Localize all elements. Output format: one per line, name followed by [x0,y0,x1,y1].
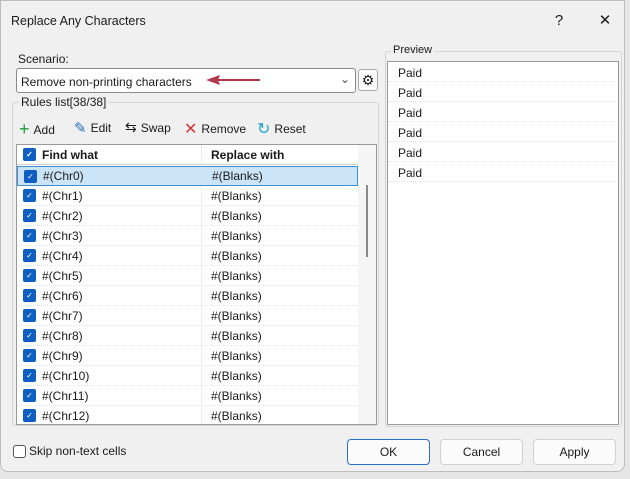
column-find-what[interactable]: Find what [42,148,98,162]
find-cell: #(Chr8) [42,328,83,343]
replace-cell: #(Blanks) [211,408,262,423]
replace-cell: #(Blanks) [211,208,262,223]
table-row[interactable]: ✓ #(Chr5) #(Blanks) [17,266,358,286]
select-all-checkbox[interactable]: ✓ [23,148,36,161]
preview-item: Paid [388,122,618,142]
row-checkbox[interactable]: ✓ [23,389,36,402]
table-row[interactable]: ✓ #(Chr9) #(Blanks) [17,346,358,366]
plus-icon: + [19,119,30,139]
apply-button[interactable]: Apply [533,439,616,465]
row-checkbox[interactable]: ✓ [23,369,36,382]
swap-button[interactable]: ⇆ Swap [125,119,171,136]
scenario-value: Remove non-printing characters [21,75,192,89]
row-checkbox[interactable]: ✓ [23,269,36,282]
close-button[interactable]: ✕ [590,7,620,33]
column-replace-with[interactable]: Replace with [202,148,284,162]
find-cell: #(Chr11) [42,388,89,403]
cancel-button[interactable]: Cancel [440,439,523,465]
table-row[interactable]: ✓ #(Chr10) #(Blanks) [17,366,358,386]
row-checkbox[interactable]: ✓ [23,249,36,262]
find-cell: #(Chr5) [42,268,83,283]
replace-cell: #(Blanks) [211,288,262,303]
row-checkbox[interactable]: ✓ [23,209,36,222]
skip-non-text-checkbox[interactable]: Skip non-text cells [13,444,126,458]
x-icon: ✕ [184,121,198,138]
scrollbar[interactable] [358,145,376,424]
find-cell: #(Chr9) [42,348,83,363]
preview-item: Paid [388,102,618,122]
find-cell: #(Chr6) [42,288,83,303]
find-cell: #(Chr3) [42,228,83,243]
find-cell: #(Chr1) [42,188,83,203]
find-cell: #(Chr4) [42,248,83,263]
reset-icon: ↻ [257,121,271,138]
row-checkbox[interactable]: ✓ [23,289,36,302]
row-checkbox[interactable]: ✓ [24,169,37,183]
window-title: Replace Any Characters [11,14,146,28]
preview-item: Paid [388,82,618,102]
row-checkbox[interactable]: ✓ [23,229,36,242]
replace-dialog: Replace Any Characters ? ✕ Scenario: Rem… [0,0,625,472]
preview-item: Paid [388,162,618,182]
table-row[interactable]: ✓ #(Chr0) #(Blanks) [17,166,358,186]
scenario-label: Scenario: [18,52,69,66]
gear-icon: ⚙ [361,71,375,88]
table-row[interactable]: ✓ #(Chr6) #(Blanks) [17,286,358,306]
arrow-annotation-icon [206,75,260,85]
table-row[interactable]: ✓ #(Chr8) #(Blanks) [17,326,358,346]
table-row[interactable]: ✓ #(Chr4) #(Blanks) [17,246,358,266]
edit-button[interactable]: ✎ Edit [74,119,111,137]
rules-list-label: Rules list[38/38] [19,95,109,109]
row-checkbox[interactable]: ✓ [23,409,36,422]
row-checkbox[interactable]: ✓ [23,329,36,342]
row-checkbox[interactable]: ✓ [23,189,36,202]
scrollbar-thumb[interactable] [366,185,368,257]
row-checkbox[interactable]: ✓ [23,309,36,322]
replace-cell: #(Blanks) [211,228,262,243]
find-cell: #(Chr2) [42,208,83,223]
help-button[interactable]: ? [544,7,574,33]
add-button[interactable]: + Add [19,119,55,140]
table-row[interactable]: ✓ #(Chr11) #(Blanks) [17,386,358,406]
replace-cell: #(Blanks) [211,248,262,263]
preview-item: Paid [388,142,618,162]
replace-cell: #(Blanks) [211,388,262,403]
scenario-settings-button[interactable]: ⚙ [358,69,378,91]
replace-cell: #(Blanks) [211,188,262,203]
rules-table: ✓ Find what Replace with ✓ #(Chr0) #(Blanks… [16,144,377,425]
find-cell: #(Chr12) [42,408,90,423]
ok-button[interactable]: OK [347,439,430,465]
pencil-icon: ✎ [74,120,87,137]
checkbox-icon [13,444,26,458]
preview-list: Paid Paid Paid Paid Paid Paid [387,61,619,425]
swap-icon: ⇆ [125,119,137,135]
replace-cell: #(Blanks) [212,169,263,183]
replace-cell: #(Blanks) [211,348,262,363]
preview-label: Preview [391,44,435,56]
replace-cell: #(Blanks) [211,368,262,383]
table-row[interactable]: ✓ #(Chr7) #(Blanks) [17,306,358,326]
preview-item: Paid [388,62,618,82]
find-cell: #(Chr7) [42,308,83,323]
scenario-select[interactable]: Remove non-printing characters ⌄ [16,68,356,93]
table-row[interactable]: ✓ #(Chr2) #(Blanks) [17,206,358,226]
table-row[interactable]: ✓ #(Chr3) #(Blanks) [17,226,358,246]
table-row[interactable]: ✓ #(Chr12) #(Blanks) [17,406,358,424]
find-cell: #(Chr0) [43,169,84,183]
find-cell: #(Chr10) [42,368,90,383]
chevron-down-icon: ⌄ [339,72,350,86]
remove-button[interactable]: ✕ Remove [184,119,246,139]
table-header: ✓ Find what Replace with [17,145,358,165]
replace-cell: #(Blanks) [211,268,262,283]
row-checkbox[interactable]: ✓ [23,349,36,362]
table-row[interactable]: ✓ #(Chr1) #(Blanks) [17,186,358,206]
reset-button[interactable]: ↻ Reset [257,119,306,139]
replace-cell: #(Blanks) [211,308,262,323]
replace-cell: #(Blanks) [211,328,262,343]
